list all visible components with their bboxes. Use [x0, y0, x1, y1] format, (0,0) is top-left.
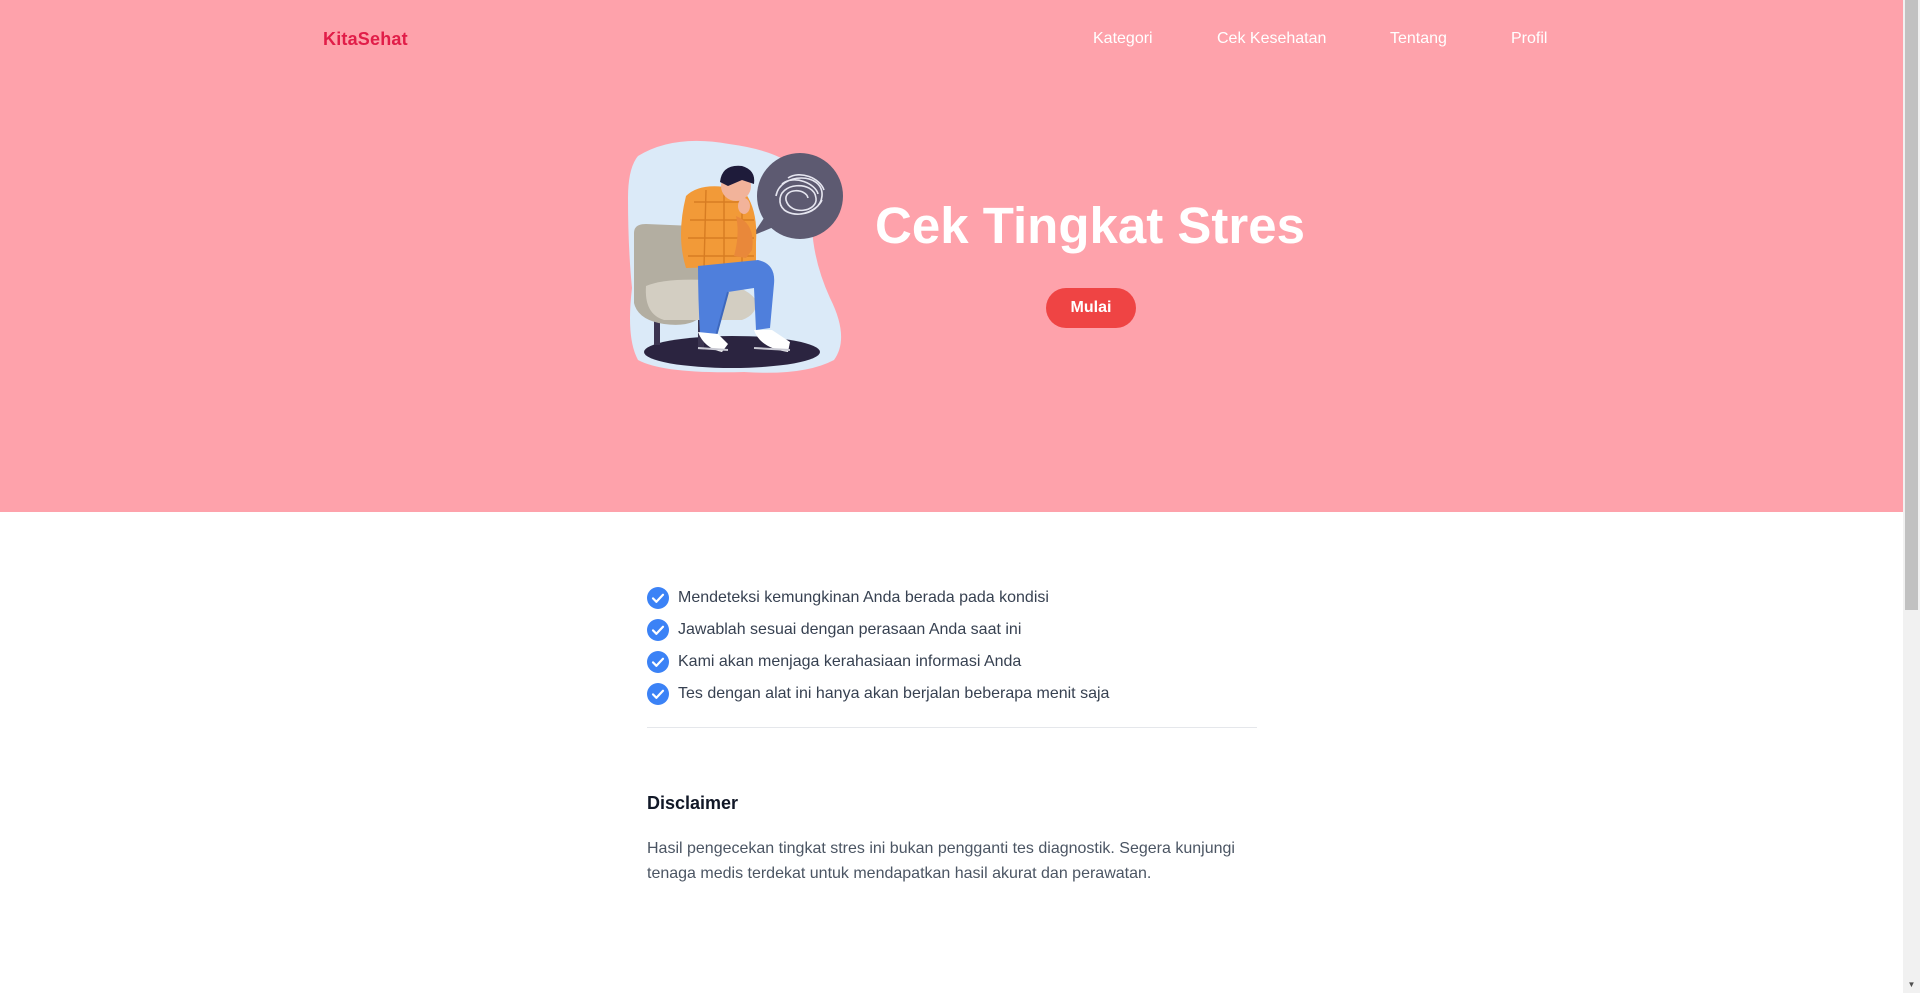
check-circle-icon	[647, 651, 669, 673]
page: KitaSehat Kategori Cek Kesehatan Tentang…	[0, 0, 1903, 993]
checklist-item: Mendeteksi kemungkinan Anda berada pada …	[647, 582, 1257, 614]
scrollbar-thumb[interactable]	[1905, 0, 1918, 610]
nav-link-profil[interactable]: Profil	[1511, 30, 1547, 48]
nav-links: Kategori Cek Kesehatan Tentang Profil	[0, 30, 1903, 54]
checklist-item: Tes dengan alat ini hanya akan berjalan …	[647, 678, 1257, 710]
checklist-text: Jawablah sesuai dengan perasaan Anda saa…	[678, 621, 1022, 638]
scroll-down-arrow-icon[interactable]: ▼	[1903, 976, 1920, 993]
vertical-scrollbar[interactable]: ▼	[1903, 0, 1920, 993]
check-circle-icon	[647, 619, 669, 641]
check-circle-icon	[647, 683, 669, 705]
section-divider	[647, 727, 1257, 728]
check-circle-icon	[647, 587, 669, 609]
hero-title: Cek Tingkat Stres	[875, 197, 1305, 254]
nav-link-cek-kesehatan[interactable]: Cek Kesehatan	[1217, 30, 1326, 48]
feature-checklist: Mendeteksi kemungkinan Anda berada pada …	[647, 582, 1257, 710]
top-navbar: KitaSehat Kategori Cek Kesehatan Tentang…	[0, 0, 1903, 80]
checklist-item: Kami akan menjaga kerahasiaan informasi …	[647, 646, 1257, 678]
nav-link-kategori[interactable]: Kategori	[1093, 30, 1153, 48]
start-button[interactable]: Mulai	[1046, 288, 1136, 328]
stressed-person-illustration	[628, 140, 843, 373]
checklist-text: Mendeteksi kemungkinan Anda berada pada …	[678, 589, 1049, 606]
checklist-text: Kami akan menjaga kerahasiaan informasi …	[678, 653, 1022, 670]
nav-link-tentang[interactable]: Tentang	[1390, 30, 1447, 48]
checklist-item: Jawablah sesuai dengan perasaan Anda saa…	[647, 614, 1257, 646]
info-section: Mendeteksi kemungkinan Anda berada pada …	[647, 582, 1257, 710]
hero-section: KitaSehat Kategori Cek Kesehatan Tentang…	[0, 0, 1903, 512]
disclaimer-text: Hasil pengecekan tingkat stres ini bukan…	[647, 840, 1235, 882]
disclaimer-title: Disclaimer	[647, 793, 739, 813]
checklist-text: Tes dengan alat ini hanya akan berjalan …	[678, 685, 1110, 702]
